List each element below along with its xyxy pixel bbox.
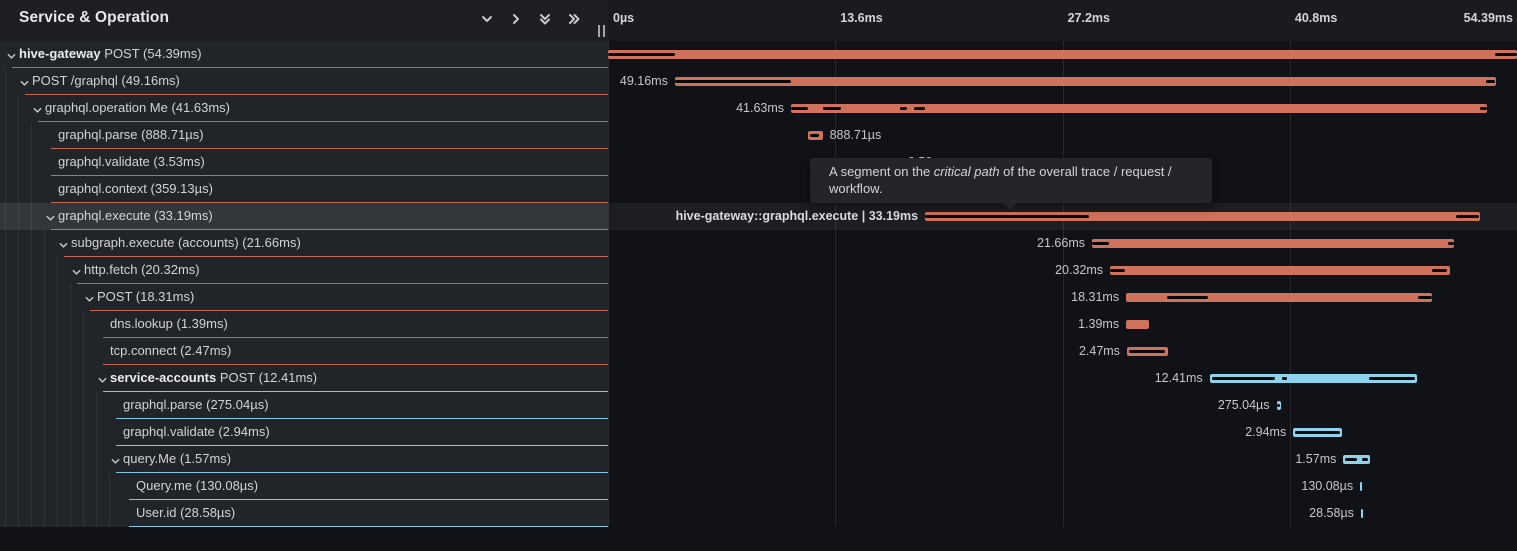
tree-toolbar — [476, 9, 585, 33]
critical-path-segment[interactable] — [1480, 107, 1486, 110]
critical-path-segment[interactable] — [1092, 242, 1109, 245]
ruler-tick: 0µs — [613, 11, 634, 25]
span-duration-label: 49.16ms — [620, 72, 668, 91]
page-title: Service & Operation — [19, 9, 169, 27]
span-bar-dns-lookup[interactable] — [1126, 320, 1149, 329]
ruler-tick: 13.6ms — [840, 11, 882, 25]
timeline-panel: 49.16ms41.63ms888.71µs3.53ms359.13µshive… — [0, 41, 1517, 527]
critical-path-segment[interactable] — [791, 107, 808, 110]
critical-path-segment[interactable] — [1212, 377, 1275, 380]
critical-path-segment[interactable] — [1432, 269, 1447, 272]
span-duration-label: 18.31ms — [1071, 288, 1119, 307]
chevron-down-icon — [480, 12, 494, 29]
span-bar-hive-gateway-post[interactable] — [608, 50, 1517, 59]
critical-path-segment[interactable] — [1282, 377, 1288, 380]
critical-path-segment[interactable] — [925, 215, 1089, 218]
critical-path-segment[interactable] — [1277, 404, 1280, 407]
span-duration-label: 41.63ms — [736, 99, 784, 118]
expand-all-button[interactable] — [563, 9, 585, 31]
critical-path-segment[interactable] — [900, 107, 906, 110]
tree-header: Service & Operation — [0, 0, 608, 41]
critical-path-tooltip: A segment on the critical path of the ov… — [810, 158, 1212, 203]
critical-path-segment[interactable] — [1448, 242, 1454, 245]
ruler-tick: 40.8ms — [1295, 11, 1337, 25]
span-duration-label: 130.08µs — [1301, 477, 1353, 496]
span-duration-label: 21.66ms — [1037, 234, 1085, 253]
critical-path-segment[interactable] — [1129, 350, 1166, 353]
critical-path-segment[interactable] — [1456, 215, 1479, 218]
critical-path-segment[interactable] — [608, 53, 675, 56]
chevron-right-icon — [509, 12, 523, 29]
double-chevron-down-icon — [538, 12, 552, 29]
span-bar-http-fetch[interactable] — [1110, 266, 1450, 275]
critical-path-segment[interactable] — [1167, 296, 1208, 299]
panel-resize-handle[interactable] — [596, 25, 606, 37]
span-bar-graphql-operation-me[interactable] — [791, 104, 1487, 113]
collapse-one-button[interactable] — [476, 9, 498, 31]
critical-path-segment[interactable] — [810, 134, 819, 137]
span-duration-label: 275.04µs — [1218, 396, 1270, 415]
critical-path-segment[interactable] — [823, 107, 841, 110]
span-bar-user-id[interactable] — [1361, 509, 1363, 518]
ruler-tick: 54.39ms — [1464, 11, 1513, 25]
span-duration-label: 20.32ms — [1055, 261, 1103, 280]
span-duration-label: 888.71µs — [830, 126, 882, 145]
critical-path-segment[interactable] — [1345, 458, 1357, 461]
tooltip-caret — [1002, 202, 1018, 210]
critical-path-segment[interactable] — [1362, 458, 1368, 461]
span-bar-post-graphql[interactable] — [675, 77, 1497, 86]
critical-path-segment[interactable] — [1486, 80, 1495, 83]
critical-path-segment[interactable] — [1495, 53, 1517, 56]
critical-path-segment[interactable] — [1418, 296, 1432, 299]
critical-path-segment[interactable] — [675, 80, 791, 83]
span-duration-label: 1.39ms — [1078, 315, 1119, 334]
timeline-header: Service & Operation 0µs 13.6ms 27.2ms 40.8m… — [0, 0, 1517, 41]
span-duration-label: 2.94ms — [1245, 423, 1286, 442]
expand-one-button[interactable] — [505, 9, 527, 31]
tooltip-text: A segment on the critical path of the ov… — [829, 164, 1172, 196]
span-duration-label: 2.47ms — [1079, 342, 1120, 361]
span-duration-label: 12.41ms — [1155, 369, 1203, 388]
bottom-strip — [0, 527, 1517, 551]
span-bar-subgraph-execute-accounts[interactable] — [1092, 239, 1454, 248]
critical-path-segment[interactable] — [914, 107, 925, 110]
span-bar-query-me-field[interactable] — [1360, 482, 1362, 491]
span-duration-label: hive-gateway::graphql.execute | 33.19ms — [676, 207, 918, 226]
span-duration-label: 1.57ms — [1295, 450, 1336, 469]
ruler-tick: 27.2ms — [1068, 11, 1110, 25]
trace-timeline-view: hive-gateway POST (54.39ms)POST /graphql… — [0, 0, 1517, 551]
span-duration-label: 28.58µs — [1309, 504, 1354, 523]
collapse-all-button[interactable] — [534, 9, 556, 31]
double-chevron-right-icon — [567, 12, 581, 29]
critical-path-segment[interactable] — [1110, 269, 1125, 272]
critical-path-segment[interactable] — [1369, 377, 1415, 380]
gridline — [608, 0, 609, 527]
critical-path-segment[interactable] — [1295, 431, 1340, 434]
